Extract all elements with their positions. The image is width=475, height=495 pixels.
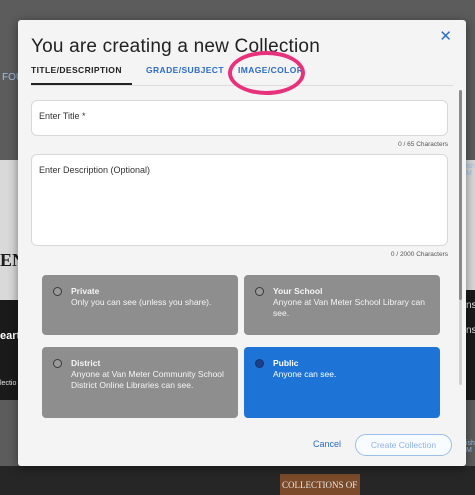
- option-title: Public: [273, 358, 299, 368]
- option-title: District: [71, 358, 101, 368]
- title-character-counter: 0 / 65 Characters: [398, 141, 448, 148]
- option-description: Anyone at Van Meter Community School Dis…: [71, 369, 224, 390]
- background-text: ish M: [466, 440, 475, 454]
- create-collection-dialog: You are creating a new Collection ✕ TITL…: [18, 20, 466, 466]
- description-character-counter: 0 / 2000 Characters: [390, 251, 448, 258]
- radio-button[interactable]: [255, 287, 264, 296]
- tab-bar: TITLE/DESCRIPTION GRADE/SUBJECT IMAGE/CO…: [31, 65, 453, 85]
- background-text: ns: [466, 325, 475, 336]
- background-text: lectio: [0, 380, 17, 387]
- option-title: Your School: [273, 286, 323, 296]
- close-icon[interactable]: ✕: [439, 29, 452, 44]
- background-text: COLLECTIONS OF: [282, 480, 358, 490]
- scrollbar-thumb[interactable]: [459, 90, 462, 300]
- radio-button-selected[interactable]: [255, 359, 264, 368]
- radio-button[interactable]: [53, 359, 62, 368]
- scrollbar[interactable]: [459, 90, 462, 385]
- option-description: Anyone can see.: [273, 369, 337, 379]
- visibility-option-district[interactable]: District Anyone at Van Meter Community S…: [42, 347, 238, 418]
- option-description: Only you can see (unless you share).: [71, 297, 212, 307]
- visibility-option-public[interactable]: Public Anyone can see.: [244, 347, 440, 418]
- option-title: Private: [71, 286, 100, 296]
- radio-button[interactable]: [53, 287, 62, 296]
- dialog-title: You are creating a new Collection: [31, 36, 320, 57]
- background-text: ns: [466, 300, 475, 311]
- tab-grade-subject[interactable]: GRADE/SUBJECT: [146, 65, 224, 75]
- background-text: ish M: [466, 163, 475, 177]
- tab-divider: [31, 85, 453, 86]
- create-collection-button[interactable]: Create Collection: [355, 434, 452, 456]
- tab-title-description[interactable]: TITLE/DESCRIPTION: [31, 65, 122, 75]
- background-bottom-row: [0, 466, 475, 495]
- option-description: Anyone at Van Meter School Library can s…: [273, 297, 425, 318]
- description-textarea[interactable]: Enter Description (Optional): [31, 154, 448, 246]
- visibility-option-your-school[interactable]: Your School Anyone at Van Meter School L…: [244, 275, 440, 335]
- tab-image-color[interactable]: IMAGE/COLOR: [238, 65, 303, 75]
- cancel-button[interactable]: Cancel: [313, 439, 341, 449]
- title-input[interactable]: Enter Title *: [31, 100, 448, 136]
- visibility-option-private[interactable]: Private Only you can see (unless you sha…: [42, 275, 238, 335]
